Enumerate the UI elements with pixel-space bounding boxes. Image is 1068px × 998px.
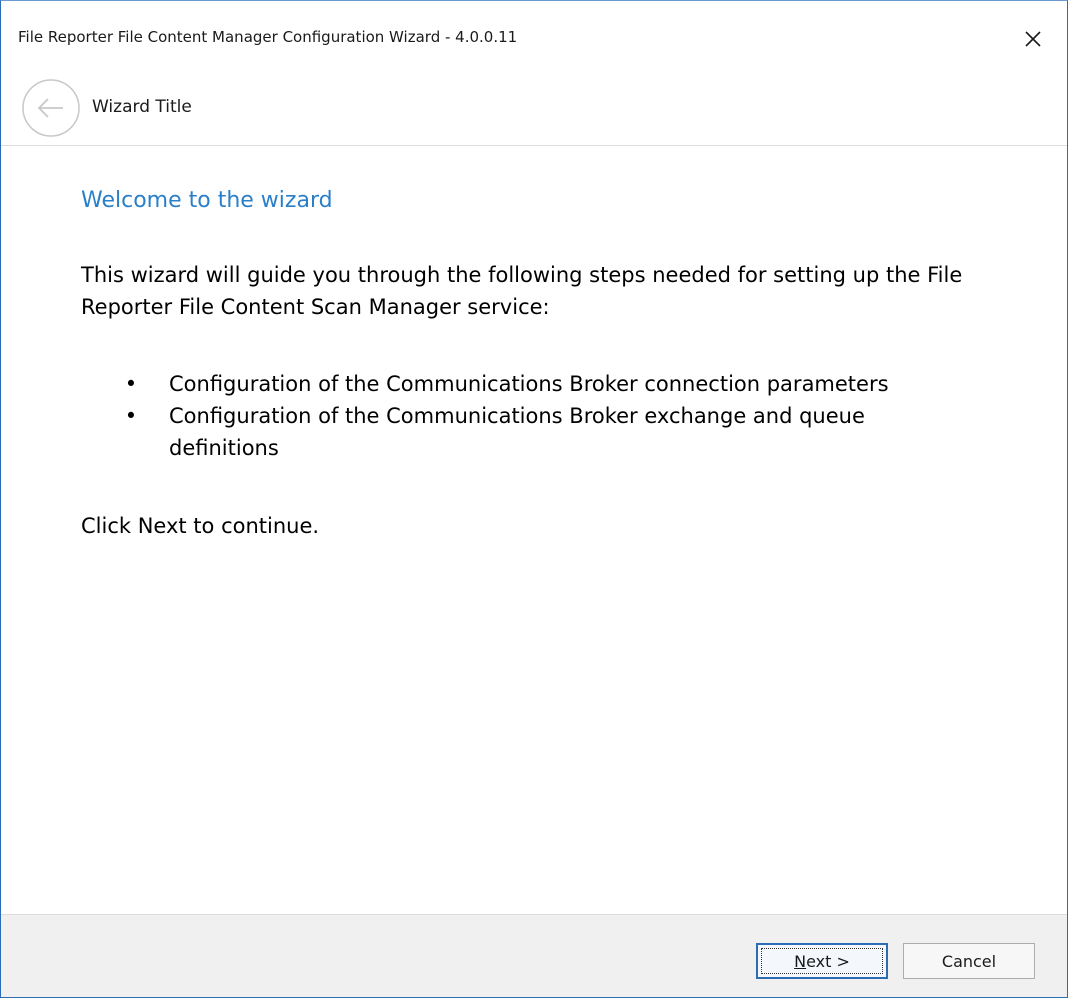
wizard-header: Wizard Title xyxy=(1,77,1067,146)
next-button[interactable]: Next > xyxy=(756,943,888,979)
wizard-content: Welcome to the wizard This wizard will g… xyxy=(1,146,1067,914)
welcome-heading: Welcome to the wizard xyxy=(81,188,333,213)
continue-text: Click Next to continue. xyxy=(81,514,320,538)
wizard-window: File Reporter File Content Manager Confi… xyxy=(0,0,1068,998)
step-text: Configuration of the Communications Brok… xyxy=(169,404,865,460)
cancel-button[interactable]: Cancel xyxy=(903,943,1035,979)
back-button[interactable] xyxy=(21,78,81,138)
bullet: • xyxy=(124,372,138,396)
wizard-title: Wizard Title xyxy=(92,97,192,117)
bullet: • xyxy=(124,404,138,428)
title-bar: File Reporter File Content Manager Confi… xyxy=(1,1,1067,77)
list-item: • Configuration of the Communications Br… xyxy=(81,400,981,464)
close-icon xyxy=(1025,31,1041,47)
list-item: • Configuration of the Communications Br… xyxy=(81,368,981,400)
back-arrow-icon xyxy=(22,79,80,137)
close-button[interactable] xyxy=(1013,19,1053,59)
intro-text: This wizard will guide you through the f… xyxy=(81,263,963,319)
focus-ring xyxy=(761,948,883,974)
wizard-footer: Next > Cancel xyxy=(1,914,1067,997)
steps-list: • Configuration of the Communications Br… xyxy=(81,368,981,464)
window-title: File Reporter File Content Manager Confi… xyxy=(18,28,518,46)
step-text: Configuration of the Communications Brok… xyxy=(169,372,889,396)
